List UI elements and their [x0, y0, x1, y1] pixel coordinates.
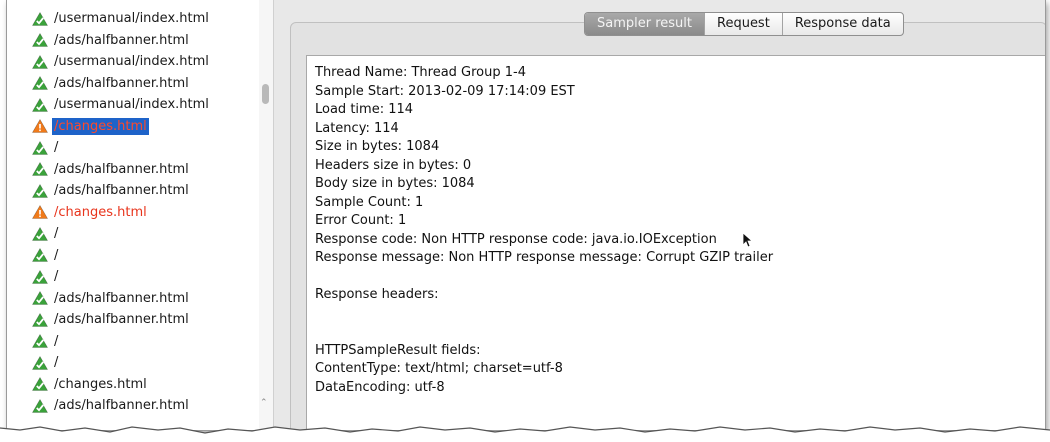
success-triangle-icon [31, 355, 49, 370]
tree-item-label: /changes.html [54, 204, 147, 220]
tree-item[interactable]: /changes.html [7, 374, 259, 395]
tree-item[interactable]: /changes.html [7, 116, 259, 137]
success-triangle-icon [31, 247, 49, 262]
result-line: Body size in bytes: 1084 [315, 176, 475, 191]
tree-item[interactable]: /ads/halfbanner.html [7, 395, 259, 416]
tab-sampler-result[interactable]: Sampler result [585, 13, 704, 35]
results-tree[interactable]: /usermanual/index.html/ads/halfbanner.ht… [7, 0, 260, 430]
success-triangle-icon [31, 75, 49, 90]
result-line: Thread Name: Thread Group 1-4 [315, 65, 526, 80]
tree-item-label: /changes.html [52, 117, 149, 135]
tree-item-label: /ads/halfbanner.html [54, 312, 189, 327]
torn-edge [0, 426, 1050, 442]
success-triangle-icon [31, 312, 49, 327]
tree-item[interactable]: / [7, 331, 259, 352]
result-line: Error Count: 1 [315, 213, 407, 228]
tree-item[interactable]: /ads/halfbanner.html [7, 309, 259, 330]
tree-item-label: / [54, 140, 59, 155]
success-triangle-icon [31, 11, 49, 26]
result-line: HTTPSampleResult fields: [315, 342, 481, 358]
result-line [315, 305, 1045, 324]
tree-item[interactable]: /usermanual/index.html [7, 8, 259, 29]
result-panel: Sampler result Request Response data Thr… [274, 0, 1045, 430]
tree-item-label: /ads/halfbanner.html [54, 398, 189, 413]
success-triangle-icon [31, 290, 49, 305]
success-triangle-icon [31, 161, 49, 176]
tree-item[interactable]: /ads/halfbanner.html [7, 73, 259, 94]
result-line: ContentType: text/html; charset=utf-8 [315, 361, 563, 376]
tree-item[interactable]: /changes.html [7, 202, 259, 223]
result-line: Load time: 114 [315, 102, 414, 117]
tree-item-label: /usermanual/index.html [54, 11, 209, 26]
tree-item-label: /ads/halfbanner.html [54, 183, 189, 198]
result-line: Response code: Non HTTP response code: j… [315, 231, 717, 247]
result-line: Sample Start: 2013-02-09 17:14:09 EST [315, 83, 575, 99]
success-triangle-icon [31, 54, 49, 69]
result-line: Response headers: [315, 287, 439, 302]
success-triangle-icon [31, 183, 49, 198]
result-line: Response message: Non HTTP response mess… [315, 250, 774, 265]
result-tabs: Sampler result Request Response data [584, 12, 904, 36]
success-triangle-icon [31, 140, 49, 155]
tree-item[interactable]: / [7, 137, 259, 158]
tree-item-label: /changes.html [54, 376, 147, 392]
tree-item[interactable]: / [7, 352, 259, 373]
tab-request[interactable]: Request [704, 13, 782, 35]
result-line: DataEncoding: utf-8 [315, 379, 445, 395]
tree-item-label: /usermanual/index.html [54, 54, 209, 69]
tree-item-label: / [54, 269, 59, 284]
tree-item[interactable]: / [7, 245, 259, 266]
tree-item[interactable]: /usermanual/index.html [7, 94, 259, 115]
scroll-corner-icon: ⌃ [260, 398, 268, 408]
success-triangle-icon [31, 398, 49, 413]
success-triangle-icon [31, 97, 49, 112]
tree-item[interactable]: / [7, 266, 259, 287]
tab-response-data[interactable]: Response data [781, 13, 903, 35]
result-line [315, 323, 1045, 342]
tree-item[interactable]: /ads/halfbanner.html [7, 288, 259, 309]
app-window: /usermanual/index.html/ads/halfbanner.ht… [6, 0, 1046, 431]
tree-item-label: / [54, 247, 59, 263]
tree-item-label: /ads/halfbanner.html [54, 32, 189, 48]
success-triangle-icon [31, 226, 49, 241]
sampler-result-text[interactable]: Thread Name: Thread Group 1-4 Sample Star… [306, 55, 1045, 430]
tree-item-label: / [54, 333, 59, 349]
warning-triangle-icon [31, 118, 49, 133]
tree-item[interactable]: / [7, 223, 259, 244]
tree-item-label: / [54, 226, 59, 241]
result-line: Sample Count: 1 [315, 194, 424, 210]
success-triangle-icon [31, 333, 49, 348]
tree-scrollbar-thumb[interactable] [262, 84, 269, 104]
tree-item[interactable]: /ads/halfbanner.html [7, 180, 259, 201]
tree-item-label: /usermanual/index.html [54, 97, 209, 112]
tree-item-label: /ads/halfbanner.html [54, 290, 189, 306]
result-line: Size in bytes: 1084 [315, 139, 440, 154]
tree-item-label: /ads/halfbanner.html [54, 161, 189, 177]
warning-triangle-icon [31, 204, 49, 219]
success-triangle-icon [31, 32, 49, 47]
mouse-pointer-icon [742, 232, 752, 248]
tree-item[interactable]: /ads/halfbanner.html [7, 30, 259, 51]
tree-item[interactable]: /usermanual/index.html [7, 51, 259, 72]
success-triangle-icon [31, 269, 49, 284]
tree-item[interactable]: /ads/halfbanner.html [7, 159, 259, 180]
result-line [315, 268, 1045, 287]
success-triangle-icon [31, 376, 49, 391]
tree-item-label: /ads/halfbanner.html [54, 75, 189, 91]
tree-scrollbar[interactable]: ⌃ [259, 0, 274, 430]
result-line: Latency: 114 [315, 120, 399, 136]
tree-item-label: / [54, 355, 59, 370]
result-line: Headers size in bytes: 0 [315, 157, 472, 173]
